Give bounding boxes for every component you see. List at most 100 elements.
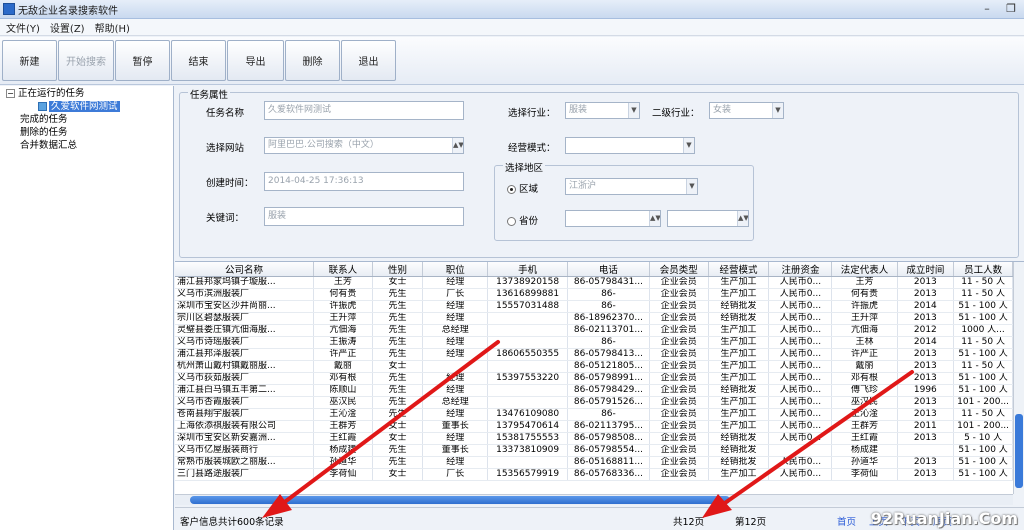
table-body: 浦江县邦家坞镇子璇服... 王芳 女士 经理 13738920158 86-0579843… bbox=[175, 276, 1013, 481]
table-cell: 51 - 100 人 bbox=[953, 372, 1013, 385]
table-row[interactable]: 杭州萧山戴村镇戴丽服... 戴丽 女士 86-05121805... 企业会员 生产加工人… bbox=[175, 360, 1013, 373]
radio-area[interactable]: 区域 bbox=[507, 181, 538, 195]
sub-industry-select[interactable]: 女装 ▼ bbox=[709, 102, 784, 119]
dropdown-icon[interactable]: ▲▼ bbox=[649, 211, 660, 226]
table-cell: 13616899881 bbox=[487, 288, 568, 301]
table-row[interactable]: 深圳市宝安区沙井尚丽... 许振虎 先生 经理 15557031488 86- 企业会员 经销… bbox=[175, 300, 1013, 313]
first-page-link[interactable]: 首页 bbox=[837, 514, 856, 528]
column-header[interactable]: 手机 bbox=[487, 262, 568, 277]
table-row[interactable]: 义乌市荻茹服装厂 邓有根 先生 经理 15397553220 86-05798991...… bbox=[175, 372, 1013, 385]
region-group-title: 选择地区 bbox=[503, 160, 546, 174]
new-button[interactable]: 新建 bbox=[2, 40, 57, 81]
table-cell bbox=[897, 444, 955, 457]
menu-settings[interactable]: 设置(Z) bbox=[50, 20, 85, 35]
site-select[interactable]: 阿里巴巴.公司搜索（中文） ▲▼ bbox=[264, 137, 464, 154]
table-cell: 企业会员 bbox=[649, 336, 709, 349]
dropdown-icon[interactable]: ▲▼ bbox=[737, 211, 748, 226]
table-row[interactable]: 浦江县邦家坞镇子璇服... 王芳 女士 经理 13738920158 86-0579843… bbox=[175, 276, 1013, 289]
tree-item-merge[interactable]: 合并数据汇总 bbox=[20, 140, 77, 152]
table-row[interactable]: 浦江县白马镇五丰第二... 陈顺山 先生 经理 86-05798429... 企业会员 经销… bbox=[175, 384, 1013, 397]
table-cell: 经理 bbox=[422, 300, 489, 313]
table-row[interactable]: 浦江县邦泽服装厂 许严正 先生 经理 18606550355 86-05798413...… bbox=[175, 348, 1013, 361]
table-cell: 戴丽 bbox=[313, 360, 373, 373]
menu-file[interactable]: 文件(Y) bbox=[6, 20, 40, 35]
table-cell: 生产加工 bbox=[708, 420, 770, 433]
city-select[interactable]: ▲▼ bbox=[667, 210, 749, 227]
column-header[interactable]: 成立时间 bbox=[897, 262, 955, 277]
horizontal-scrollbar[interactable] bbox=[175, 494, 1013, 505]
table-row[interactable]: 义乌市杏霞服装厂 巫汉民 先生 总经理 86-05791526... 企业会员 生产加工 人民… bbox=[175, 396, 1013, 409]
table-row[interactable]: 苍南县翔宇服装厂 王沁淦 先生 经理 13476109080 86- 企业会员 生产加工 人民币… bbox=[175, 408, 1013, 421]
column-header[interactable]: 员工人数 bbox=[953, 262, 1013, 277]
table-cell: 51 - 100 人 bbox=[953, 456, 1013, 469]
mode-select[interactable]: ▼ bbox=[565, 137, 695, 154]
table-cell: 经理 bbox=[422, 312, 489, 325]
area-select[interactable]: 江浙沪 ▼ bbox=[565, 178, 698, 195]
pause-button[interactable]: 暂停 bbox=[115, 40, 170, 81]
delete-button[interactable]: 删除 bbox=[285, 40, 340, 81]
tree-item-selected-task[interactable]: 久爱软件网测试 bbox=[38, 101, 120, 113]
column-header[interactable]: 公司名称 bbox=[175, 262, 315, 277]
tree-item-deleted[interactable]: 删除的任务 bbox=[20, 127, 68, 139]
keyword-input[interactable]: 服装 bbox=[264, 207, 464, 226]
table-cell: 三门县路途服装厂 bbox=[175, 468, 315, 481]
dropdown-icon[interactable]: ▼ bbox=[772, 103, 783, 118]
created-time-input[interactable]: 2014-04-25 17:36:13 bbox=[264, 172, 464, 191]
province-select[interactable]: ▲▼ bbox=[565, 210, 661, 227]
start-search-button[interactable]: 开始搜索 bbox=[58, 40, 114, 81]
exit-button[interactable]: 退出 bbox=[341, 40, 396, 81]
table-cell: 人民币0... bbox=[768, 408, 833, 421]
vertical-scroll-thumb[interactable] bbox=[1015, 414, 1023, 488]
dropdown-icon[interactable]: ▼ bbox=[628, 103, 639, 118]
table-row[interactable]: 灵璧县娄庄镇亢佃海服... 亢佃海 先生 总经理 86-02113701... 企业会员生… bbox=[175, 324, 1013, 337]
column-header[interactable]: 法定代表人 bbox=[831, 262, 898, 277]
collapse-icon[interactable]: − bbox=[6, 89, 15, 98]
table-row[interactable]: 宗川区碧瑟服装厂 王升萍 先生 经理 86-18962370... 企业会员 经销批发 人民币… bbox=[175, 312, 1013, 325]
minimize-button[interactable]: – bbox=[978, 2, 996, 16]
column-header[interactable]: 职位 bbox=[422, 262, 489, 277]
site-label: 选择网站 bbox=[206, 143, 245, 154]
vertical-scrollbar[interactable] bbox=[1013, 262, 1024, 494]
table-cell: 企业会员 bbox=[649, 300, 709, 313]
table-cell bbox=[487, 336, 568, 349]
column-header[interactable]: 会员类型 bbox=[649, 262, 709, 277]
table-row[interactable]: 上海依添祺服装有限公司 王群芳 女士 董事长 13795470614 86-0211379… bbox=[175, 420, 1013, 433]
restore-button[interactable]: ❐ bbox=[1002, 2, 1020, 16]
horizontal-scroll-thumb[interactable] bbox=[190, 496, 730, 504]
dropdown-icon[interactable]: ▼ bbox=[683, 138, 694, 153]
table-row[interactable]: 常熟市服装城欧之丽服... 孙道华 先生 经理 86-05168811... 企业会员 经销… bbox=[175, 456, 1013, 469]
spin-icon[interactable]: ▲▼ bbox=[452, 138, 463, 153]
tree-item-done[interactable]: 完成的任务 bbox=[20, 114, 68, 126]
table-row[interactable]: 义乌市滨洲服装厂 何有贵 先生 厂长 13616899881 86- 企业会员 生产加工 人民币… bbox=[175, 288, 1013, 301]
export-button[interactable]: 导出 bbox=[227, 40, 284, 81]
stop-button[interactable]: 结束 bbox=[171, 40, 226, 81]
tree-item-running[interactable]: − 正在运行的任务 bbox=[6, 88, 85, 100]
table-row[interactable]: 三门县路途服装厂 李荷仙 女士 厂长 15356579919 86-05768336...… bbox=[175, 468, 1013, 481]
column-header[interactable]: 电话 bbox=[567, 262, 650, 277]
table-row[interactable]: 义乌市诗瑶服装厂 王振涛 先生 经理 86- 企业会员 生产加工 人民币0... 王林 2014 1… bbox=[175, 336, 1013, 349]
menu-help[interactable]: 帮助(H) bbox=[95, 20, 130, 35]
table-cell: 王振涛 bbox=[313, 336, 373, 349]
table-cell: 86-05798554... bbox=[567, 444, 650, 457]
table-row[interactable]: 深圳市宝安区新安嘉洲... 王红霞 女士 经理 15381755553 86-057985… bbox=[175, 432, 1013, 445]
table-cell: 生产加工 bbox=[708, 396, 770, 409]
task-tree: − 正在运行的任务 久爱软件网测试 完成的任务 删除的任务 合并数据汇总 bbox=[0, 86, 174, 530]
table-cell: 戴丽 bbox=[831, 360, 898, 373]
table-cell: 2014 bbox=[897, 300, 955, 313]
column-header[interactable]: 经营模式 bbox=[708, 262, 770, 277]
table-cell: 王沁淦 bbox=[313, 408, 373, 421]
column-header[interactable]: 注册资金 bbox=[768, 262, 833, 277]
radio-province[interactable]: 省份 bbox=[507, 213, 538, 227]
radio-province-label: 省份 bbox=[519, 216, 539, 227]
industry-select[interactable]: 服装 ▼ bbox=[565, 102, 640, 119]
radio-checked-icon[interactable] bbox=[507, 185, 516, 194]
column-header[interactable]: 性别 bbox=[372, 262, 424, 277]
table-cell: 企业会员 bbox=[649, 324, 709, 337]
radio-unchecked-icon[interactable] bbox=[507, 217, 516, 226]
column-header[interactable]: 联系人 bbox=[313, 262, 373, 277]
table-cell: 1996 bbox=[897, 384, 955, 397]
task-name-input[interactable]: 久爱软件网测试 bbox=[264, 101, 464, 120]
table-row[interactable]: 义乌市亿屋服装商行 杨成建 先生 董事长 13373810909 86-05798554.… bbox=[175, 444, 1013, 457]
table-cell: 女士 bbox=[372, 432, 424, 445]
dropdown-icon[interactable]: ▼ bbox=[686, 179, 697, 194]
